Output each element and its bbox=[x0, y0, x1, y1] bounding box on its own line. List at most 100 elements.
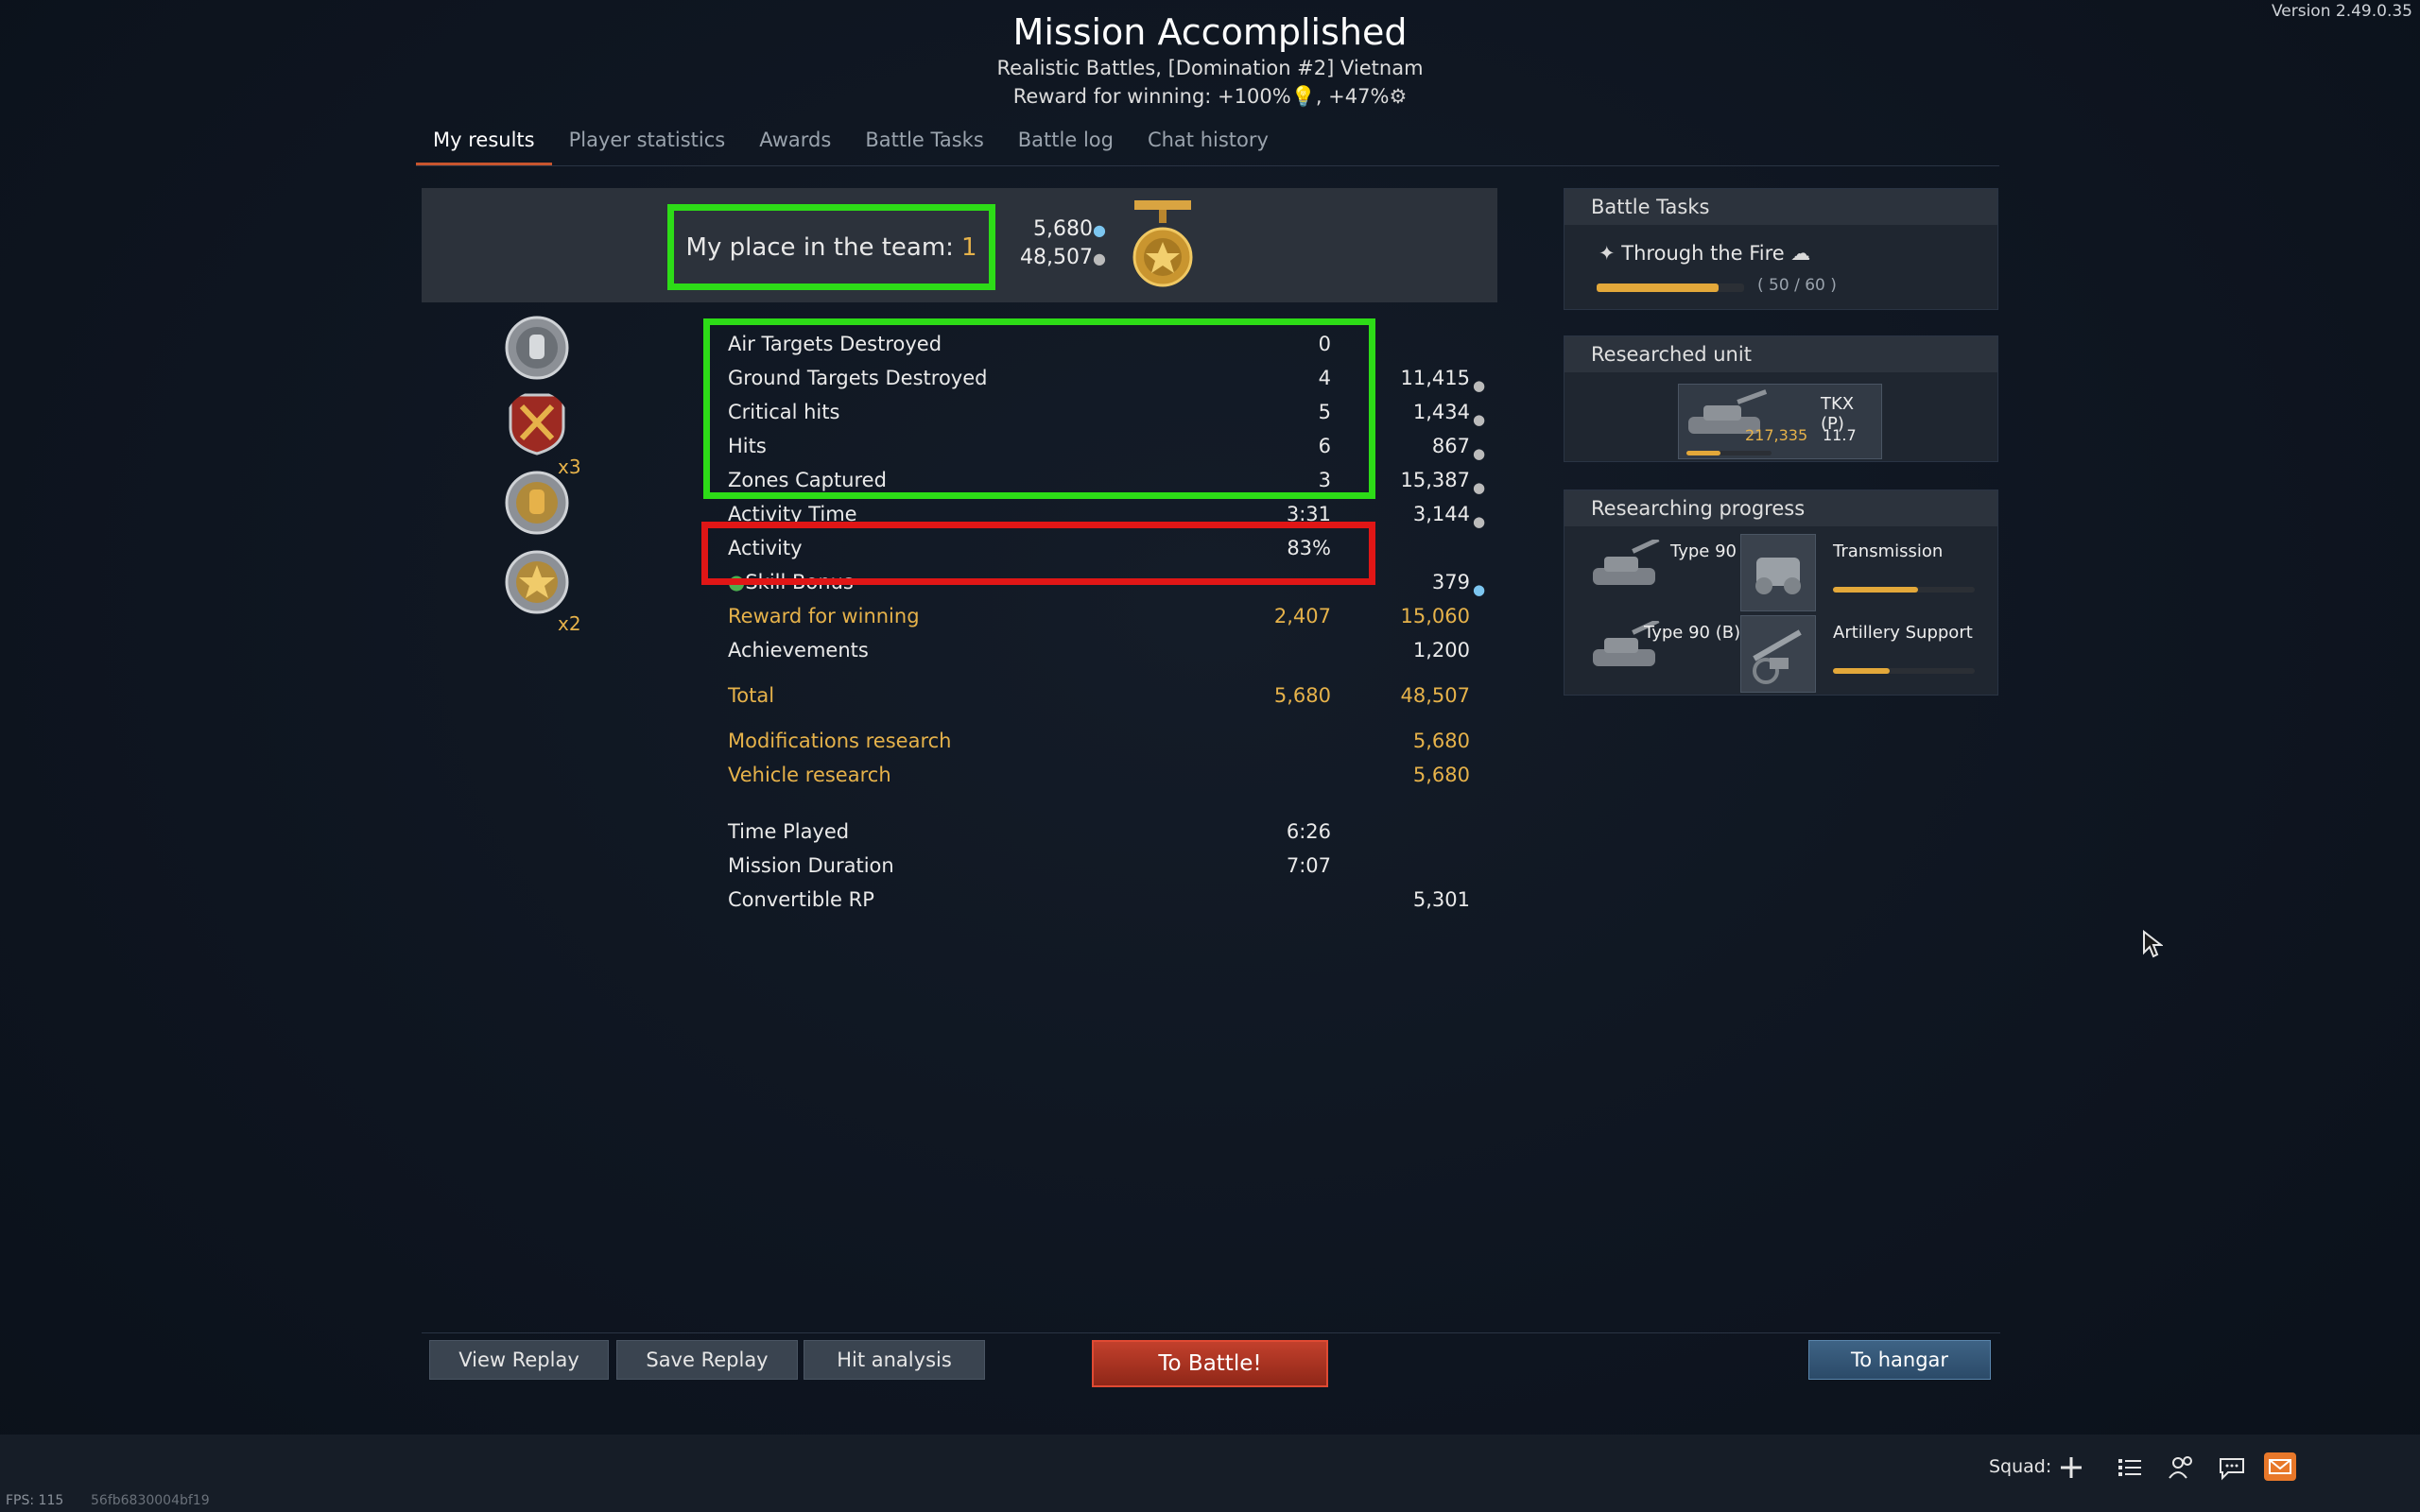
reward-line: Reward for winning: +100%💡, +47%⚙ bbox=[0, 85, 2420, 109]
save-replay-button[interactable]: Save Replay bbox=[616, 1340, 798, 1380]
module-transmission[interactable] bbox=[1740, 534, 1816, 611]
gold-place-medal-icon bbox=[1132, 200, 1193, 287]
task-item[interactable]: ✦ Through the Fire ☁ bbox=[1599, 242, 1810, 265]
task-progress-fill bbox=[1597, 284, 1720, 292]
researched-unit-card[interactable]: TKX (P) 217,335 11.7 bbox=[1678, 384, 1882, 459]
artillery-icon bbox=[1753, 629, 1802, 684]
award-crossed-swords[interactable] bbox=[505, 391, 569, 459]
stat-label: Achievements bbox=[728, 639, 869, 662]
mission-subtitle: Realistic Battles, [Domination #2] Vietn… bbox=[996, 57, 1424, 79]
page-title: Mission Accomplished bbox=[1012, 11, 1408, 53]
add-squad-icon[interactable] bbox=[2057, 1453, 2085, 1482]
rp-bulb-icon: ● bbox=[1473, 581, 1486, 598]
module-name: Artillery Support bbox=[1833, 623, 1973, 643]
award-gold-star[interactable] bbox=[505, 550, 569, 618]
unit-br: 11.7 bbox=[1823, 426, 1857, 444]
module-progress-bar bbox=[1833, 668, 1975, 674]
contacts-icon[interactable] bbox=[2167, 1453, 2197, 1482]
task-progress-bar bbox=[1597, 284, 1744, 292]
silver-lions-icon: ● bbox=[1473, 513, 1486, 530]
total-sl: 48,507 bbox=[1400, 684, 1470, 707]
results-tabs: My results Player statistics Awards Batt… bbox=[416, 121, 1999, 166]
module-name: Transmission bbox=[1833, 541, 1944, 561]
team-place-value: 1 bbox=[960, 232, 977, 262]
silver-lions-icon: ● bbox=[1473, 479, 1486, 496]
stat-reward: 15,387 bbox=[1400, 469, 1470, 491]
researched-unit-header: Researched unit bbox=[1564, 336, 1997, 372]
convertible-rp: 5,301 bbox=[1412, 888, 1470, 911]
transmission-icon bbox=[1755, 558, 1801, 594]
time-value: 7:07 bbox=[1286, 854, 1331, 877]
reward-mid: , +47% bbox=[1315, 85, 1390, 108]
red-crossed-swords-shield-icon bbox=[509, 393, 565, 455]
stat-reward: 15,060 bbox=[1400, 605, 1470, 627]
to-hangar-button[interactable]: To hangar bbox=[1808, 1340, 1991, 1380]
task-wings-icon: ✦ bbox=[1599, 242, 1616, 265]
tab-chat-history[interactable]: Chat history bbox=[1131, 121, 1286, 165]
task-progress-text: ( 50 / 60 ) bbox=[1757, 276, 1837, 295]
silver-lions-icon: ● bbox=[1473, 377, 1486, 394]
silver-lions-icon: ● bbox=[1473, 445, 1486, 462]
stat-reward: 379 bbox=[1431, 571, 1470, 593]
tab-my-results[interactable]: My results bbox=[416, 121, 552, 165]
tab-awards[interactable]: Awards bbox=[742, 121, 848, 165]
award-silver-fist[interactable] bbox=[505, 316, 569, 384]
stat-reward: 3,144 bbox=[1412, 503, 1470, 525]
time-value: 6:26 bbox=[1286, 820, 1331, 843]
mouse-cursor-icon bbox=[2143, 930, 2163, 958]
reward-prefix: Reward for winning: +100% bbox=[1012, 85, 1291, 108]
module-progress-fill bbox=[1833, 587, 1918, 593]
vehicle-name: Type 90 bbox=[1670, 541, 1737, 561]
team-place-label: My place in the team: bbox=[685, 232, 954, 262]
squad-label: Squad: bbox=[1989, 1456, 2052, 1477]
button-bar-divider bbox=[422, 1332, 2000, 1333]
task-name: Through the Fire bbox=[1621, 242, 1785, 265]
researching-progress-panel: Researching progress Type 90 Transmissio… bbox=[1564, 490, 1998, 696]
hit-analysis-button[interactable]: Hit analysis bbox=[804, 1340, 985, 1380]
stat-reward: 1,434 bbox=[1412, 401, 1470, 423]
researched-unit-panel: Researched unit TKX (P) 217,335 11.7 bbox=[1564, 335, 1998, 462]
battle-tasks-header: Battle Tasks bbox=[1564, 189, 1997, 225]
time-label: Time Played bbox=[728, 820, 850, 843]
stats-highlight-box bbox=[703, 318, 1375, 499]
mail-icon bbox=[2269, 1459, 2291, 1474]
tab-battle-log[interactable]: Battle log bbox=[1001, 121, 1131, 165]
list-icon[interactable] bbox=[2116, 1453, 2144, 1482]
vehicle-research-label: Vehicle research bbox=[728, 764, 891, 786]
tab-player-statistics[interactable]: Player statistics bbox=[552, 121, 743, 165]
stat-value: 2,407 bbox=[1273, 605, 1331, 627]
mail-button[interactable] bbox=[2264, 1452, 2296, 1481]
cloud-icon: ☁ bbox=[1790, 242, 1811, 265]
stat-reward: 867 bbox=[1431, 435, 1470, 457]
time-label: Mission Duration bbox=[728, 854, 894, 877]
award-gold-fist[interactable] bbox=[505, 471, 569, 539]
session-id: 56fb6830004bf19 bbox=[91, 1493, 210, 1508]
tab-battle-tasks[interactable]: Battle Tasks bbox=[848, 121, 1000, 165]
vehicle-name: Type 90 (B) bbox=[1644, 623, 1741, 643]
unit-progress-bar bbox=[1686, 451, 1772, 455]
total-label: Total bbox=[728, 684, 775, 707]
to-battle-button[interactable]: To Battle! bbox=[1092, 1340, 1328, 1387]
rp-bulb-icon: 💡 bbox=[1290, 85, 1316, 108]
mod-research-label: Modifications research bbox=[728, 730, 952, 752]
module-progress-bar bbox=[1833, 587, 1975, 593]
stat-reward: 11,415 bbox=[1400, 367, 1470, 389]
gold-fist-medal-icon bbox=[505, 471, 569, 535]
mod-research-rp: 5,680 bbox=[1412, 730, 1470, 752]
view-replay-button[interactable]: View Replay bbox=[429, 1340, 609, 1380]
unit-rp: 217,335 bbox=[1745, 426, 1808, 444]
silver-lions-icon: ⚙ bbox=[1389, 85, 1408, 108]
fps-counter: FPS: 115 bbox=[6, 1493, 64, 1508]
battle-tasks-panel: Battle Tasks ✦ Through the Fire ☁ ( 50 /… bbox=[1564, 188, 1998, 310]
vehicle-research-rp: 5,680 bbox=[1412, 764, 1470, 786]
stat-label: Reward for winning bbox=[728, 605, 920, 627]
stat-reward: 1,200 bbox=[1412, 639, 1470, 662]
currency-icons-column: ● ● ● ● ● ● bbox=[1473, 369, 1485, 607]
award-multiplier: x2 bbox=[558, 612, 581, 635]
module-artillery-support[interactable] bbox=[1740, 615, 1816, 693]
gold-star-medal-icon bbox=[505, 550, 569, 614]
chat-icon[interactable] bbox=[2217, 1453, 2247, 1482]
silver-fist-medal-icon bbox=[505, 316, 569, 380]
researching-progress-header: Researching progress bbox=[1564, 490, 1997, 526]
team-place-box: My place in the team: 1 bbox=[667, 204, 995, 290]
